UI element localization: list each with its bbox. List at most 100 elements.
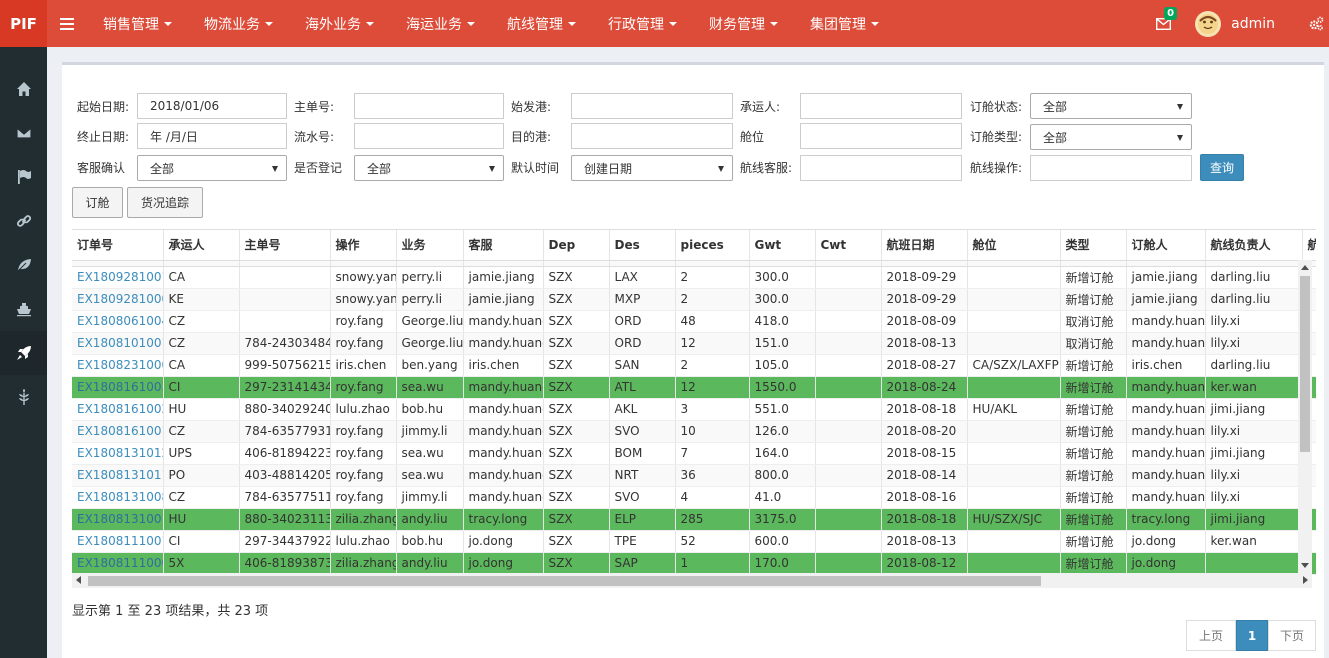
scroll-thumb[interactable] (88, 576, 1041, 586)
table-row[interactable]: EX1808111001 CI 297-34437922 lulu.zhao bob.h… (72, 530, 1316, 553)
nav-item-1[interactable]: 销售管理 (87, 0, 188, 47)
table-row[interactable]: EX1809281001 CA snowy.yan perry.li jamie.jia… (72, 266, 1316, 289)
settings-button[interactable] (1303, 0, 1329, 47)
master-no-input[interactable] (354, 93, 504, 119)
order-number-link[interactable]: EX1808061004 (72, 310, 164, 333)
user-menu[interactable]: admin (1195, 10, 1275, 37)
order-number-link[interactable]: EX1808131001 (72, 508, 164, 531)
query-button[interactable]: 查询 (1200, 154, 1244, 181)
sidebar-item-rocket[interactable] (0, 331, 47, 375)
nav-item-8[interactable]: 集团管理 (794, 0, 895, 47)
sidebar-item-flag[interactable] (0, 155, 47, 199)
column-header[interactable]: 操作 (330, 230, 397, 261)
column-header[interactable]: Cwt (815, 230, 882, 261)
sidebar-item-home[interactable] (0, 67, 47, 111)
table-vertical-scrollbar[interactable] (1298, 260, 1312, 573)
column-header[interactable]: 承运人 (163, 230, 240, 261)
table-horizontal-scrollbar[interactable] (72, 573, 1312, 588)
cargo-tracking-button[interactable]: 货况追踪 (127, 187, 203, 218)
column-header[interactable]: Gwt (749, 230, 816, 261)
order-number-link[interactable]: EX1809281001 (72, 266, 164, 289)
table-row[interactable]: EX1808061004 CZ roy.fang George.liu mandy.hu… (72, 310, 1316, 333)
prev-page-button[interactable]: 上页 (1186, 620, 1236, 651)
order-number-link[interactable]: EX1808231000 (72, 354, 164, 377)
table-row[interactable]: EX1808131008 CZ 784-63577511 roy.fang jimmy.… (72, 486, 1316, 509)
space-input[interactable] (800, 123, 962, 149)
nav-item-6[interactable]: 行政管理 (592, 0, 693, 47)
next-page-button[interactable]: 下页 (1268, 620, 1316, 651)
column-header[interactable]: Des (609, 230, 676, 261)
scroll-left-arrow-icon[interactable] (76, 576, 81, 584)
route-cs-input[interactable] (800, 155, 962, 181)
column-header[interactable]: 航 (1302, 230, 1316, 261)
table-row[interactable]: EX1808131012 UPS 406-81894223 roy.fang sea.w… (72, 442, 1316, 465)
sidebar-item-link[interactable] (0, 199, 47, 243)
booking-type-select[interactable]: 全部 (1030, 124, 1192, 150)
scroll-thumb[interactable] (1300, 276, 1310, 452)
cs-confirm-select[interactable]: 全部 (137, 155, 287, 181)
table-row[interactable]: EX1808101001 CZ 784-24303484 roy.fang George… (72, 332, 1316, 355)
column-header[interactable]: 业务 (396, 230, 464, 261)
column-header[interactable]: 类型 (1060, 230, 1127, 261)
column-header[interactable]: 订舱人 (1126, 230, 1206, 261)
column-header[interactable]: 舱位 (967, 230, 1061, 261)
column-header[interactable]: pieces (675, 230, 750, 261)
table-row[interactable]: EX1808161001 CZ 784-63577931 roy.fang jimmy.… (72, 420, 1316, 443)
nav-item-4[interactable]: 海运业务 (390, 0, 491, 47)
column-header[interactable]: Dep (543, 230, 610, 261)
carrier-input[interactable] (800, 93, 962, 119)
table-cell: 151.0 (749, 332, 816, 355)
registered-select[interactable]: 全部 (354, 155, 504, 181)
route-op-input[interactable] (1030, 155, 1192, 181)
table-row[interactable]: EX1808131001 HU 880-34023113 zilia.zhang and… (72, 508, 1316, 531)
order-number-link[interactable]: EX1808111000 (72, 552, 164, 575)
order-number-link[interactable]: EX1808161001 (72, 420, 164, 443)
default-time-select[interactable]: 创建日期 (571, 155, 733, 181)
table-row[interactable]: EX1808131011 PO 403-48814205 roy.fang sea.wu… (72, 464, 1316, 487)
column-header[interactable]: 航班日期 (881, 230, 968, 261)
column-header[interactable]: 主单号 (239, 230, 331, 261)
table-row[interactable]: EX1808111000 5X 406-81893873 zilia.zhang and… (72, 552, 1316, 575)
nav-item-5[interactable]: 航线管理 (491, 0, 592, 47)
nav-item-7[interactable]: 财务管理 (693, 0, 794, 47)
order-number-link[interactable]: EX1808131012 (72, 442, 164, 465)
end-date-input[interactable]: 年 /月/日 (137, 123, 287, 149)
start-date-input[interactable]: 2018/01/06 (137, 93, 287, 119)
booking-button[interactable]: 订舱 (72, 187, 123, 218)
dest-port-input[interactable] (571, 123, 733, 149)
sidebar-item-mail[interactable] (0, 111, 47, 155)
sidebar-toggle-button[interactable] (47, 17, 87, 30)
order-number-link[interactable]: EX1808131011 (72, 464, 164, 487)
app-logo[interactable]: PIF (0, 0, 47, 47)
nav-item-2[interactable]: 物流业务 (188, 0, 289, 47)
page-1-button[interactable]: 1 (1236, 620, 1268, 651)
sidebar-item-plant[interactable] (0, 375, 47, 419)
serial-no-input[interactable] (354, 123, 504, 149)
table-cell: sea.wu (396, 442, 464, 465)
order-number-link[interactable]: EX1808111001 (72, 530, 164, 553)
order-number-link[interactable]: EX1808161003 (72, 376, 164, 399)
column-header[interactable]: 订单号 (72, 230, 164, 261)
column-header[interactable]: 客服 (463, 230, 544, 261)
scroll-down-arrow-icon[interactable] (1301, 563, 1309, 568)
table-row[interactable]: EX1808231000 CA 999-50756215 iris.chen ben.y… (72, 354, 1316, 377)
table-row[interactable]: EX1809281000 KE snowy.yan perry.li jamie.jia… (72, 288, 1316, 311)
table-row[interactable]: EX1808161003 CI 297-23141434 roy.fang sea.wu… (72, 376, 1316, 399)
nav-item-label: 海运业务 (406, 16, 462, 33)
origin-port-input[interactable] (571, 93, 733, 119)
table-cell: CI (163, 376, 240, 399)
column-header[interactable]: 航线负责人 (1205, 230, 1303, 261)
table-cell (967, 376, 1061, 399)
sidebar-item-leaf[interactable] (0, 243, 47, 287)
nav-item-3[interactable]: 海外业务 (289, 0, 390, 47)
scroll-right-arrow-icon[interactable] (1303, 576, 1308, 584)
order-number-link[interactable]: EX1808101001 (72, 332, 164, 355)
order-number-link[interactable]: EX1808161002 (72, 398, 164, 421)
booking-status-select[interactable]: 全部 (1030, 93, 1192, 119)
scroll-up-arrow-icon[interactable] (1301, 265, 1309, 270)
order-number-link[interactable]: EX1808131008 (72, 486, 164, 509)
order-number-link[interactable]: EX1809281000 (72, 288, 164, 311)
sidebar-item-ship[interactable] (0, 287, 47, 331)
table-row[interactable]: EX1808161002 HU 880-34029240 lulu.zhao bob.h… (72, 398, 1316, 421)
messages-button[interactable]: 0 (1145, 0, 1181, 47)
